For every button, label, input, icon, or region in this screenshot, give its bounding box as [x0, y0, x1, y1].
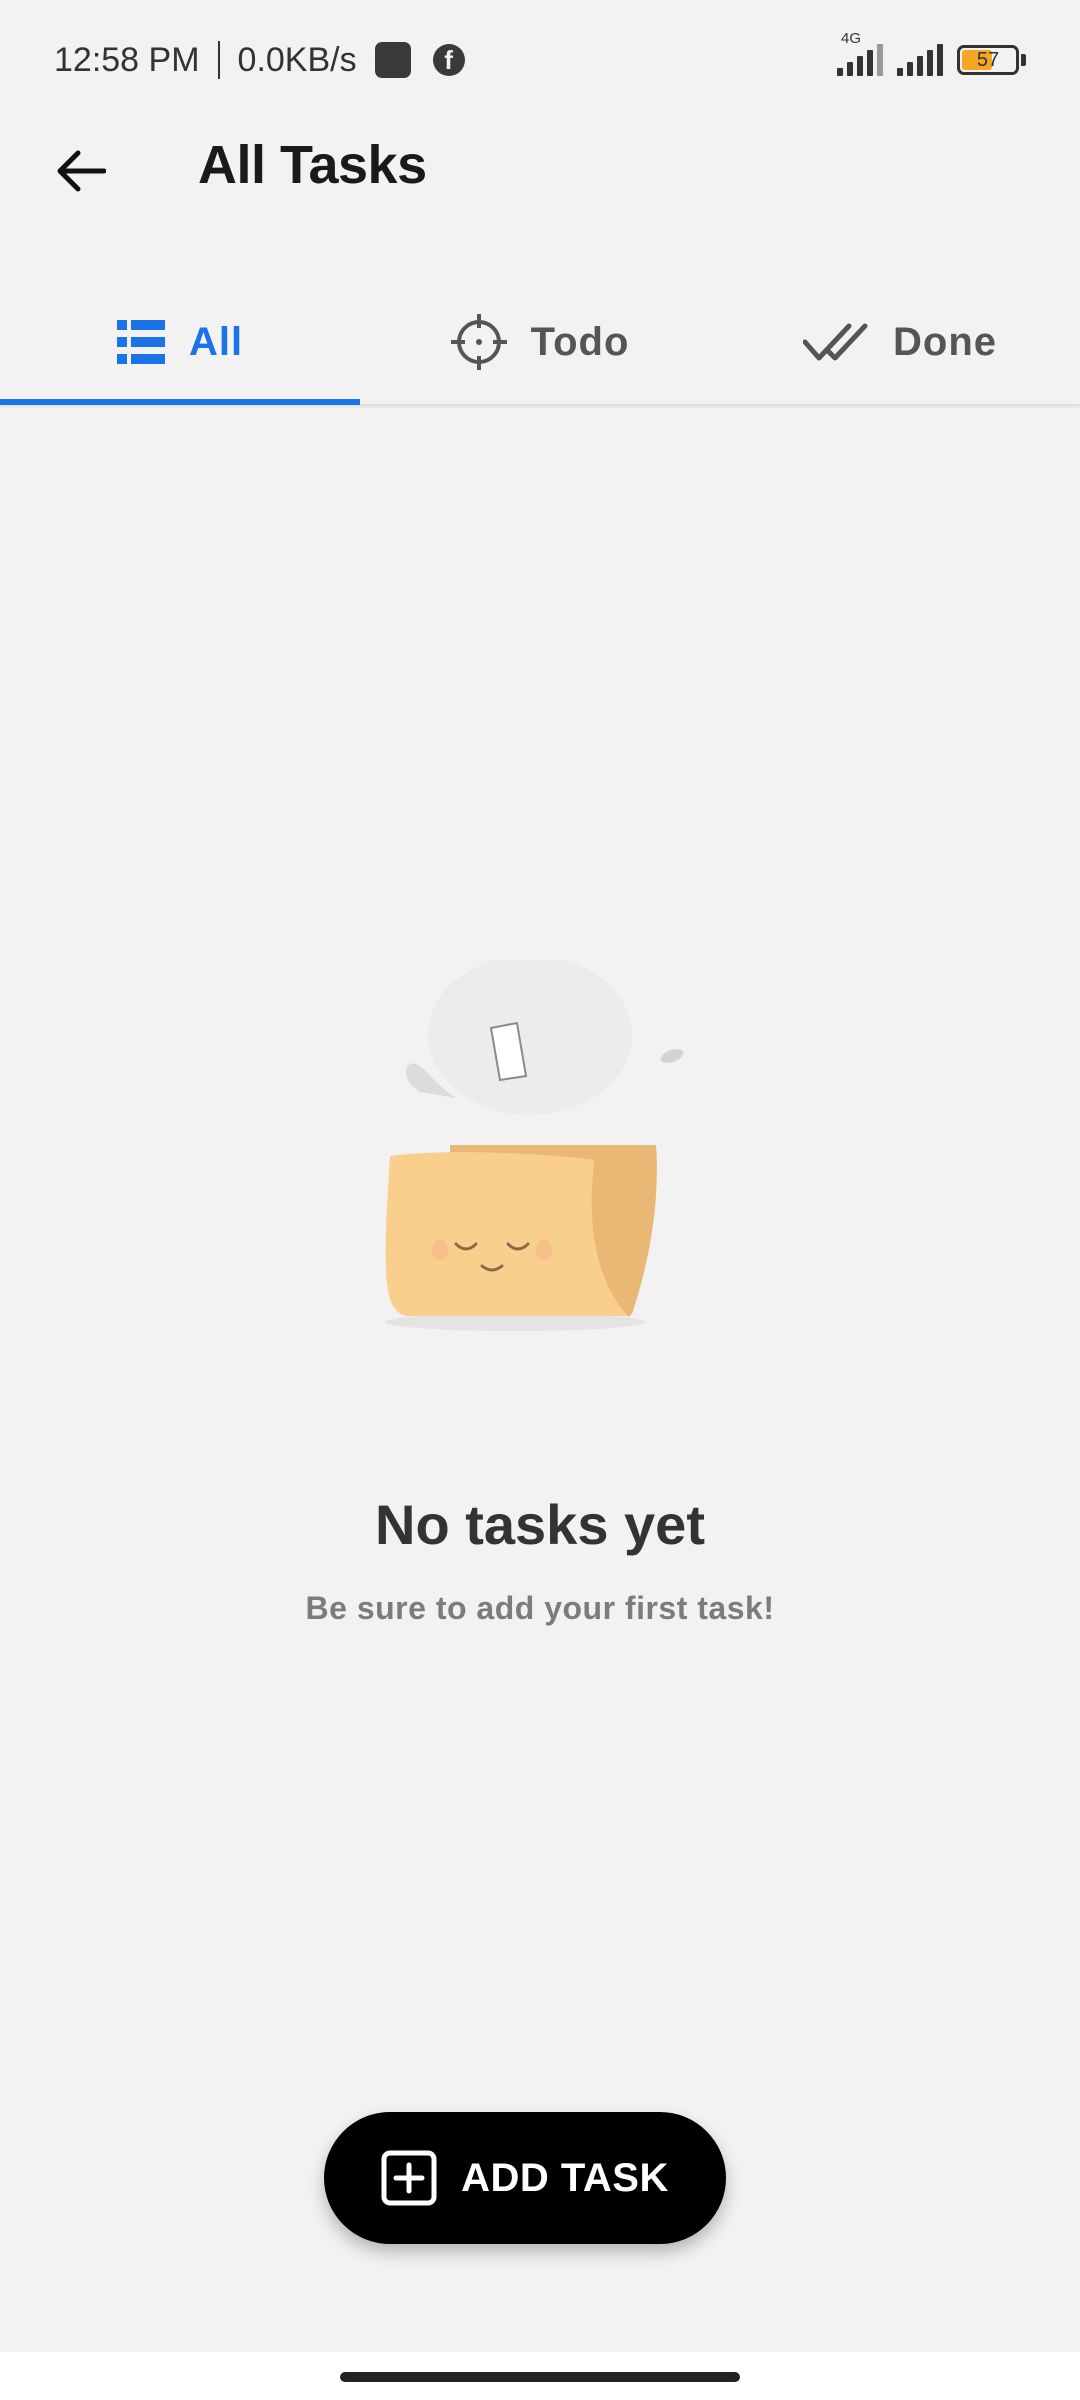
network-type-label: 4G — [841, 30, 862, 47]
tab-bar: All Todo Done — [0, 280, 1080, 405]
home-indicator[interactable] — [340, 2372, 740, 2382]
status-time: 12:58 PM — [54, 40, 200, 79]
add-task-button[interactable]: ADD TASK — [324, 2112, 726, 2244]
battery-icon: 57 — [957, 45, 1019, 75]
back-button[interactable] — [40, 136, 120, 206]
tab-all[interactable]: All — [0, 280, 360, 405]
signal-4g-icon: 4G — [837, 30, 883, 76]
add-task-label: ADD TASK — [461, 2155, 669, 2200]
empty-state-title: No tasks yet — [375, 1493, 705, 1556]
plus-square-icon — [381, 2150, 437, 2206]
list-icon — [116, 320, 165, 364]
status-net-speed: 0.0KB/s — [237, 40, 357, 79]
battery-level: 57 — [976, 48, 1000, 71]
status-bar: 12:58 PM 0.0KB/s f 4G 57 — [0, 0, 1080, 120]
app-bar: All Tasks — [0, 120, 1080, 220]
facebook-icon: f — [432, 44, 465, 76]
tab-done[interactable]: Done — [720, 280, 1080, 404]
tab-todo-label: Todo — [530, 319, 630, 364]
status-right: 4G 57 — [837, 30, 1026, 76]
tab-all-label: All — [188, 319, 244, 364]
crosshair-icon — [450, 314, 507, 370]
arrow-left-icon — [57, 150, 106, 192]
tab-todo[interactable]: Todo — [360, 280, 720, 404]
battery-tip — [1021, 54, 1026, 66]
tab-done-label: Done — [893, 319, 997, 364]
empty-state-subtitle: Be sure to add your first task! — [305, 1590, 775, 1626]
page-title: All Tasks — [198, 135, 427, 195]
status-left: 12:58 PM 0.0KB/s f — [54, 41, 465, 80]
signal-icon — [897, 44, 943, 76]
double-check-icon — [803, 323, 868, 361]
status-separator — [217, 41, 220, 79]
app-square-icon — [374, 42, 411, 78]
sleepy-folder-illustration — [385, 960, 684, 1331]
